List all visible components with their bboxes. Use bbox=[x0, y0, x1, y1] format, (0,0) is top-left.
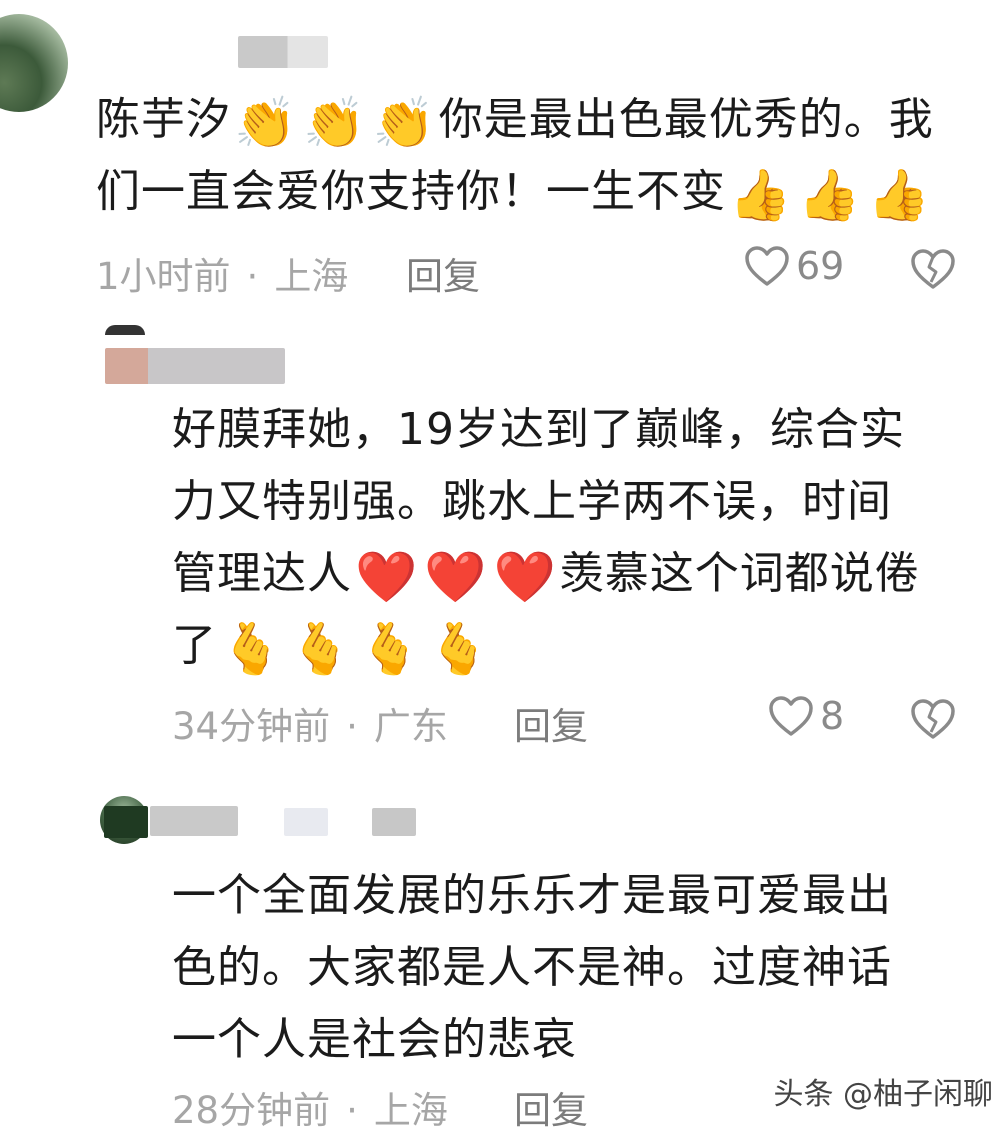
heart-emoji: ❤️ bbox=[355, 548, 419, 606]
broken-heart-icon[interactable] bbox=[910, 698, 956, 740]
thumbs-up-emoji: 👍 bbox=[729, 166, 793, 224]
username-redacted[interactable] bbox=[284, 808, 328, 836]
finger-heart-emoji: 🫰 bbox=[220, 620, 284, 678]
like-count: 8 bbox=[820, 694, 845, 738]
username-redacted[interactable] bbox=[238, 36, 328, 68]
username-redacted[interactable] bbox=[104, 806, 148, 838]
heart-emoji: ❤️ bbox=[424, 548, 488, 606]
comment-location: 上海 bbox=[373, 1089, 448, 1132]
reply-button[interactable]: 回复 bbox=[514, 1080, 588, 1134]
clap-emoji: 👏 bbox=[303, 94, 367, 152]
like-button[interactable]: 8 bbox=[768, 694, 844, 738]
comment-time: 34分钟前 bbox=[172, 705, 331, 748]
comment-time: 1小时前 bbox=[96, 255, 231, 298]
reply-button[interactable]: 回复 bbox=[514, 696, 588, 750]
comment-meta: 28分钟前 · 上海 bbox=[172, 1080, 448, 1134]
username-redacted[interactable] bbox=[150, 806, 238, 836]
comment-text: 一个全面发展的乐乐才是最可爱最出 色的。大家都是人不是神。过度神话 一个人是社会… bbox=[172, 870, 892, 1065]
thumbs-up-emoji: 👍 bbox=[867, 166, 931, 224]
avatar[interactable] bbox=[0, 14, 68, 112]
clap-emoji: 👏 bbox=[372, 94, 436, 152]
separator: · bbox=[346, 1089, 358, 1132]
comment-text: 好膜拜她，19岁达到了巅峰，综合实 力又特别强。跳水上学两不误，时间 管理达人❤… bbox=[172, 404, 920, 678]
separator: · bbox=[246, 255, 259, 298]
thumbs-up-emoji: 👍 bbox=[798, 166, 862, 224]
like-count: 69 bbox=[796, 244, 845, 288]
comment-time: 28分钟前 bbox=[172, 1089, 331, 1132]
username-redacted[interactable] bbox=[372, 808, 416, 836]
avatar[interactable] bbox=[105, 325, 145, 335]
comment-meta: 34分钟前 · 广东 bbox=[172, 696, 448, 750]
separator: · bbox=[346, 705, 358, 748]
clap-emoji: 👏 bbox=[234, 94, 298, 152]
heart-outline-icon bbox=[769, 696, 813, 736]
finger-heart-emoji: 🫰 bbox=[358, 620, 422, 678]
heart-emoji: ❤️ bbox=[493, 548, 557, 606]
broken-heart-icon[interactable] bbox=[910, 248, 956, 290]
source-watermark: 头条 @柚子闲聊 bbox=[773, 1077, 993, 1112]
comment-location: 广东 bbox=[373, 705, 448, 748]
finger-heart-emoji: 🫰 bbox=[427, 620, 492, 678]
heart-outline-icon bbox=[745, 246, 789, 286]
username-redacted[interactable] bbox=[105, 348, 285, 384]
reply-button[interactable]: 回复 bbox=[406, 246, 480, 300]
comment-text: 陈芋汐👏 👏 👏你是最出色最优秀的。我 们一直会爱你支持你！一生不变👍 👍 👍 bbox=[96, 94, 934, 224]
like-button[interactable]: 69 bbox=[744, 244, 844, 288]
comment-location: 上海 bbox=[274, 255, 349, 298]
comment-meta: 1小时前 · 上海 bbox=[96, 246, 348, 300]
finger-heart-emoji: 🫰 bbox=[289, 620, 353, 678]
